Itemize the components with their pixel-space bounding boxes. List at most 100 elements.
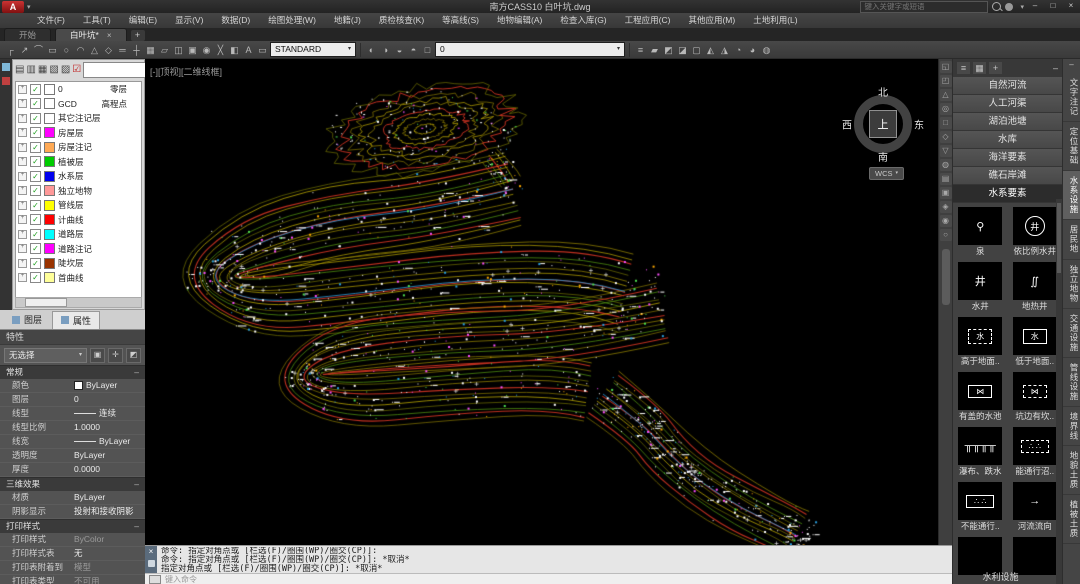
toolbar-icon[interactable]: ╳ [214,43,227,57]
panel-view-icon[interactable]: + [989,62,1002,74]
palette-pin-icon[interactable] [2,77,10,85]
symbol-cell[interactable]: ∴ ∴能通行沼.. [1008,427,1063,477]
toolbar-icon[interactable]: ◮ [718,43,731,57]
toolbar-icon[interactable]: ◇ [102,43,115,57]
symbol-tile[interactable]: ╥╥╥╥ [958,427,1002,465]
toolbar-icon[interactable]: ◕ [746,43,759,57]
menu-item[interactable]: 等高线(S) [433,13,488,28]
property-row[interactable]: 线型连续 [0,407,145,421]
expand-icon[interactable]: + [18,186,27,195]
symbol-cell[interactable]: ⋈有盖的水池 [953,372,1008,422]
help-search-input[interactable] [860,1,988,13]
layer-visible-checkbox[interactable]: ✓ [30,243,41,254]
layer-tool-icon[interactable]: ▦ [38,63,47,77]
palette-anchor-icon[interactable] [2,63,10,71]
menu-item[interactable]: 土地利用(L) [744,13,806,28]
toolbar-icon[interactable]: ◩ [662,43,675,57]
layer-color-swatch[interactable] [44,214,55,225]
toolbar-icon[interactable]: ▭ [46,43,59,57]
collapse-icon[interactable]: – [1053,63,1058,73]
layer-color-swatch[interactable] [44,229,55,240]
collapse-icon[interactable]: – [134,478,139,491]
toolbar-icon[interactable]: ◍ [760,43,773,57]
layer-visible-checkbox[interactable]: ✓ [30,142,41,153]
tab-close-icon[interactable]: × [107,31,112,40]
wcs-selector[interactable]: WCS▾ [869,167,904,180]
toolbar-icon[interactable]: ⌒ [32,43,45,57]
layer-visible-checkbox[interactable]: ✓ [30,171,41,182]
user-account-icon[interactable] [1005,3,1013,11]
symbol-tile[interactable]: 水 [1013,317,1057,355]
expand-icon[interactable]: + [18,230,27,239]
symbol-tile[interactable]: ∬ [1013,262,1057,300]
toolbar-icon[interactable]: △ [88,43,101,57]
menu-item[interactable]: 检查入库(G) [551,13,615,28]
layer-state-icon[interactable]: ◒ [393,43,406,57]
customize-icon[interactable] [148,560,155,567]
property-row[interactable]: 线宽ByLayer [0,435,145,449]
toolbar-icon[interactable]: ◫ [172,43,185,57]
layer-row[interactable]: +✓0零层 [16,82,141,97]
layer-check-icon[interactable]: ☑ [72,63,81,77]
menu-item[interactable]: 地籍(J) [325,13,370,28]
layer-visible-checkbox[interactable]: ✓ [30,272,41,283]
layer-tool-icon[interactable]: ▨ [61,63,70,77]
nav-tool-icon[interactable]: ◈ [940,201,952,213]
toolbar-icon[interactable]: ◉ [200,43,213,57]
toolbar-icon[interactable]: ▰ [648,43,661,57]
nav-tool-icon[interactable]: ▽ [940,145,952,157]
vtab-境界线[interactable]: 境界线 [1063,407,1080,447]
symbol-tile[interactable]: → [1013,482,1057,520]
layer-visible-checkbox[interactable]: ✓ [30,84,41,95]
quick-access-caret-icon[interactable]: ▾ [27,3,31,11]
layer-state-icon[interactable]: ◓ [407,43,420,57]
category-礁石岸滩[interactable]: 礁石岸滩 [953,167,1062,185]
property-row[interactable]: 阴影显示投射和接收阴影 [0,505,145,519]
collapse-icon[interactable]: – [134,366,139,379]
toolbar-icon[interactable]: A [242,43,255,57]
panel-view-icon[interactable]: ≡ [957,62,970,74]
expand-icon[interactable]: + [18,157,27,166]
category-水库[interactable]: 水库 [953,131,1062,149]
map-canvas[interactable] [145,59,938,545]
layer-row[interactable]: +✓房屋层 [16,126,141,141]
layer-color-swatch[interactable] [44,243,55,254]
layer-row[interactable]: +✓水系层 [16,169,141,184]
property-row[interactable]: 图层0 [0,393,145,407]
tab-drawing[interactable]: 白叶坑*× [55,28,126,41]
expand-icon[interactable]: + [18,259,27,268]
compass-north-label[interactable]: 北 [878,84,888,99]
layer-color-swatch[interactable] [44,84,55,95]
layer-color-swatch[interactable] [44,98,55,109]
layer-row[interactable]: +✓其它注记层 [16,111,141,126]
toggle-pickadd-button[interactable]: ▣ [90,348,105,363]
symbol-tile[interactable]: ⋈ [1013,372,1057,410]
property-row[interactable]: 颜色ByLayer [0,379,145,393]
viewcube-top-face[interactable]: 上 [869,110,897,138]
layer-visible-checkbox[interactable]: ✓ [30,156,41,167]
symbol-cell[interactable]: 井水井 [953,262,1008,312]
command-input-row[interactable]: 键入命令 [145,573,952,584]
property-row[interactable]: 厚度0.0000 [0,463,145,477]
layer-color-swatch[interactable] [44,200,55,211]
toolbar-icon[interactable]: ┼ [130,43,143,57]
category-人工河渠[interactable]: 人工河渠 [953,95,1062,113]
command-window[interactable]: × 命令: 指定对角点或 [栏选(F)/圈围(WP)/圈交(CP)]:命令: 指… [145,545,952,573]
layer-row[interactable]: +✓GCD高程点 [16,97,141,112]
expand-icon[interactable]: + [18,273,27,282]
nav-tool-icon[interactable]: ▣ [940,187,952,199]
layer-color-swatch[interactable] [44,113,55,124]
layer-color-swatch[interactable] [44,272,55,283]
symbol-cell[interactable]: ∬地热井 [1008,262,1063,312]
menu-item[interactable]: 质检核查(K) [370,13,433,28]
toolbar-icon[interactable]: ◔ [732,43,745,57]
collapse-panel-icon[interactable]: – [1069,60,1073,69]
layer-state-icon[interactable]: ◐ [365,43,378,57]
menu-item[interactable]: 工程应用(C) [616,13,680,28]
new-tab-button[interactable]: + [131,30,145,41]
nav-tool-icon[interactable]: ◱ [940,61,952,73]
layer-visible-checkbox[interactable]: ✓ [30,214,41,225]
vtab-交通设施[interactable]: 交通设施 [1063,309,1080,358]
nav-tool-icon[interactable]: ○ [940,229,952,241]
scrollbar-thumb[interactable] [942,249,950,305]
